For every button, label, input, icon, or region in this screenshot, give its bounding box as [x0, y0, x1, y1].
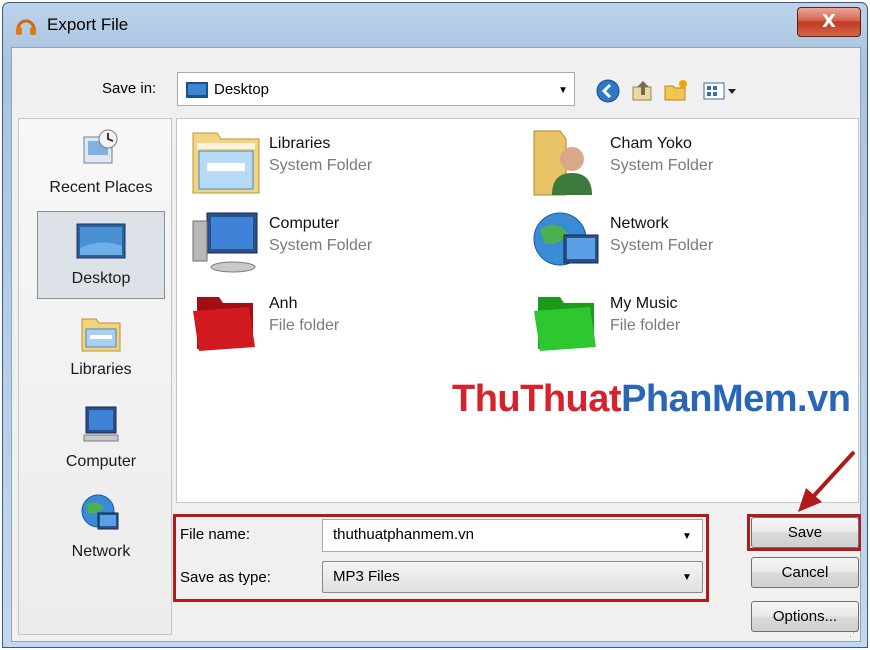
places-bar: Recent Places Desktop Libraries Computer…	[18, 118, 172, 635]
list-item[interactable]: Computer System Folder	[189, 209, 489, 281]
file-name-input[interactable]: thuthuatphanmem.vn	[322, 519, 703, 552]
places-label: Libraries	[70, 361, 132, 378]
places-label: Computer	[65, 453, 137, 470]
user-folder-icon	[533, 130, 592, 196]
item-name: Anh	[269, 295, 298, 312]
item-type: System Folder	[610, 157, 714, 174]
item-name: Cham Yoko	[610, 135, 692, 152]
export-file-dialog: Export File X Save in: Desktop ▼ Recent …	[2, 2, 868, 648]
save-in-dropdown[interactable]: Desktop ▼	[177, 72, 575, 106]
list-item[interactable]: Anh File folder	[189, 289, 489, 361]
watermark: ThuThuatPhanMem.vn	[452, 378, 851, 421]
places-item-network[interactable]: Network	[37, 491, 165, 579]
network-icon	[81, 494, 119, 530]
item-name: My Music	[610, 295, 678, 312]
file-list: Libraries System Folder Cham Yoko System…	[176, 118, 859, 503]
places-item-libraries[interactable]: Libraries	[37, 309, 165, 397]
item-name: Libraries	[269, 135, 331, 152]
cancel-button[interactable]: Cancel	[751, 557, 859, 588]
computer-icon	[83, 406, 119, 442]
network-icon	[533, 212, 599, 266]
list-item[interactable]: Libraries System Folder	[189, 129, 489, 201]
desktop-icon	[186, 82, 208, 98]
chevron-down-icon[interactable]: ▼	[682, 531, 692, 542]
places-item-computer[interactable]: Computer	[37, 401, 165, 489]
resize-grip-icon[interactable]: ⋰	[849, 628, 858, 639]
places-item-recent-places[interactable]: Recent Places	[37, 127, 165, 215]
list-item[interactable]: Network System Folder	[530, 209, 830, 281]
item-name: Network	[610, 215, 669, 232]
dialog-body: Save in: Desktop ▼ Recent Places Desktop…	[11, 47, 861, 642]
chevron-down-icon: ▼	[558, 85, 568, 96]
new-folder-icon[interactable]	[663, 78, 689, 104]
places-label: Recent Places	[49, 179, 153, 196]
list-item[interactable]: Cham Yoko System Folder	[530, 129, 830, 201]
computer-icon	[192, 212, 258, 273]
options-button[interactable]: Options...	[751, 601, 859, 632]
save-as-type-label: Save as type:	[180, 569, 271, 586]
file-name-label: File name:	[180, 526, 251, 543]
window-title: Export File	[47, 15, 129, 34]
view-menu-icon[interactable]	[702, 78, 738, 104]
desktop-icon	[76, 223, 126, 259]
places-label: Network	[71, 543, 131, 560]
watermark-part1: ThuThuat	[452, 378, 622, 420]
close-button[interactable]: X	[797, 7, 861, 37]
headphones-icon	[16, 19, 36, 35]
places-label: Desktop	[71, 270, 131, 287]
save-as-type-select[interactable]: MP3 Files	[322, 561, 703, 593]
save-button[interactable]: Save	[751, 517, 859, 548]
list-item[interactable]: My Music File folder	[530, 289, 830, 361]
item-name: Computer	[269, 215, 340, 232]
title-bar[interactable]: Export File X	[3, 3, 867, 47]
green-folder-icon	[534, 297, 596, 351]
item-type: System Folder	[610, 237, 714, 254]
watermark-part2: PhanMem.vn	[621, 378, 851, 420]
item-type: File folder	[610, 317, 681, 334]
annotation-arrow-icon	[798, 450, 856, 512]
libraries-icon	[81, 318, 121, 352]
red-folder-icon	[193, 297, 255, 351]
item-type: File folder	[269, 317, 340, 334]
save-in-value: Desktop	[214, 81, 270, 98]
places-item-desktop[interactable]: Desktop	[37, 211, 165, 299]
libraries-folder-icon	[192, 132, 260, 194]
item-type: System Folder	[269, 237, 373, 254]
save-in-label: Save in:	[102, 80, 157, 97]
item-type: System Folder	[269, 157, 373, 174]
up-folder-icon[interactable]	[630, 78, 656, 104]
chevron-down-icon[interactable]: ▼	[682, 572, 692, 583]
back-icon[interactable]	[595, 78, 621, 104]
recent-places-icon	[83, 129, 118, 164]
